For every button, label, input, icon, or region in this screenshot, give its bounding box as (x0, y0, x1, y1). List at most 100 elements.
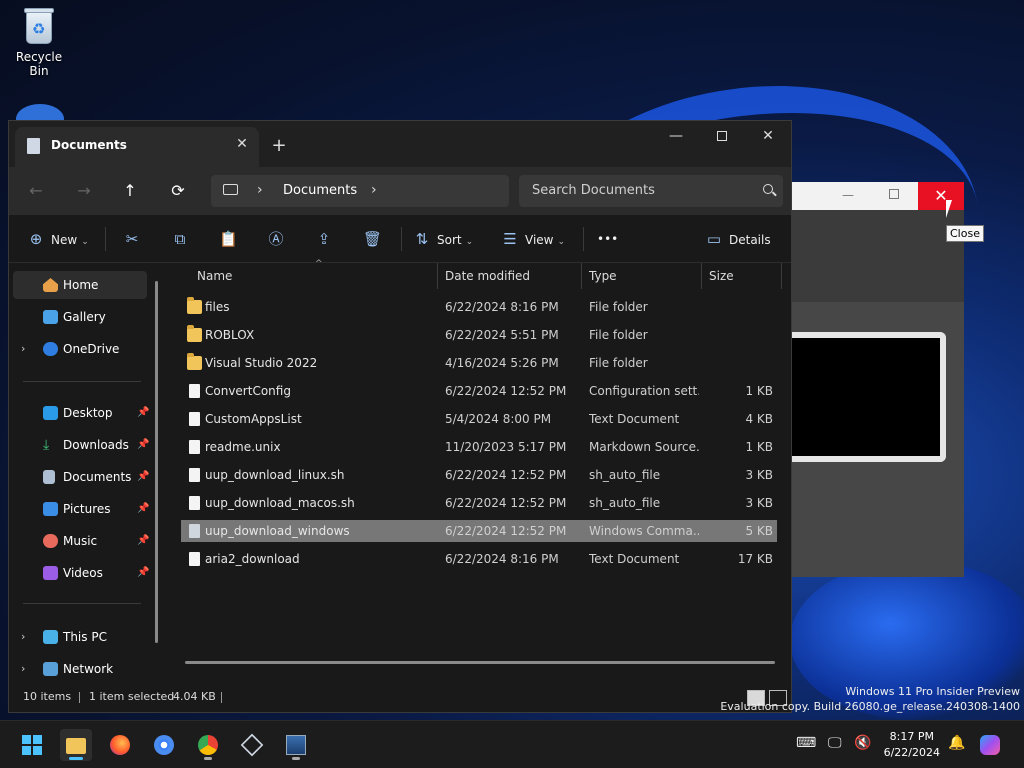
search-input[interactable]: Search Documents (519, 175, 783, 207)
sort-icon: ⇅ (415, 230, 429, 248)
list-item-selected[interactable]: uup_download_windows 6/22/2024 12:52 PM … (181, 520, 777, 542)
sidebar-item-videos[interactable]: Videos 📌 (13, 559, 149, 587)
sidebar-item-music[interactable]: Music 📌 (13, 527, 149, 555)
background-window[interactable]: — ✕ (792, 182, 964, 577)
horizontal-scrollbar[interactable] (185, 661, 775, 664)
rename-button[interactable]: Ⓐ (267, 227, 291, 251)
tab-bar: Documents ✕ + — ✕ (9, 121, 791, 167)
videos-icon (43, 566, 58, 580)
clipboard-icon: 📋 (219, 230, 238, 248)
volume-muted-icon[interactable]: 🔇 (854, 735, 871, 751)
pin-icon: 📌 (137, 407, 150, 418)
refresh-button[interactable]: ⟳ (165, 179, 191, 203)
sidebar-item-downloads[interactable]: ⤓ Downloads 📌 (13, 431, 149, 459)
start-button[interactable] (16, 729, 48, 761)
list-item[interactable]: Visual Studio 2022 4/16/2024 5:26 PM Fil… (181, 352, 777, 374)
maximize-button[interactable] (699, 121, 745, 151)
insider-watermark: Windows 11 Pro Insider Preview Evaluatio… (720, 684, 1020, 714)
column-type[interactable]: Type (589, 263, 617, 289)
sidebar-item-onedrive[interactable]: › OneDrive (13, 335, 147, 363)
sort-button[interactable]: ⇅ Sort ⌄ (413, 227, 473, 251)
paste-button[interactable]: 📋 (219, 227, 243, 251)
sidebar-item-pictures[interactable]: Pictures 📌 (13, 495, 149, 523)
share-icon: ⇪ (317, 230, 331, 248)
up-button[interactable]: ↑ (117, 179, 143, 203)
sidebar-item-home[interactable]: Home (13, 271, 147, 299)
recycle-bin[interactable]: ♻ Recycle Bin (6, 6, 72, 78)
sidebar-item-gallery[interactable]: Gallery (13, 303, 147, 331)
tab-documents[interactable]: Documents ✕ (15, 127, 259, 167)
cut-button[interactable]: ✂ (123, 227, 147, 251)
column-date-modified[interactable]: Date modified (445, 263, 530, 289)
taskbar-firefox[interactable] (104, 729, 136, 761)
taskbar-app[interactable] (280, 729, 312, 761)
list-item[interactable]: CustomAppsList 5/4/2024 8:00 PM Text Doc… (181, 408, 777, 430)
address-bar[interactable]: › Documents › (211, 175, 509, 207)
back-button[interactable]: ← (23, 179, 49, 203)
desktop-icon (43, 406, 58, 420)
list-item[interactable]: files 6/22/2024 8:16 PM File folder (181, 296, 777, 318)
documents-icon (27, 138, 40, 154)
taskbar-chrome[interactable] (192, 729, 224, 761)
column-size[interactable]: Size (709, 263, 734, 289)
view-list-icon: ☰ (503, 230, 517, 248)
more-options-button[interactable]: ••• (597, 227, 618, 251)
copilot-button[interactable] (976, 731, 1006, 759)
share-button[interactable]: ⇪ (315, 227, 339, 251)
sidebar-item-documents[interactable]: Documents 📌 (13, 463, 149, 491)
navigation-scrollbar[interactable] (155, 281, 158, 643)
pictures-icon (43, 502, 58, 516)
taskbar-virtualbox[interactable] (236, 729, 268, 761)
chevron-right-icon[interactable]: › (21, 623, 25, 651)
list-item[interactable]: uup_download_macos.sh 6/22/2024 12:52 PM… (181, 492, 777, 514)
column-name[interactable]: Name (197, 263, 232, 289)
view-button[interactable]: ☰ View ⌄ (501, 227, 565, 251)
recycle-bin-icon: ♻ (22, 6, 56, 46)
list-item[interactable]: ROBLOX 6/22/2024 5:51 PM File folder (181, 324, 777, 346)
breadcrumb-documents[interactable]: Documents (283, 183, 357, 198)
taskbar-chromium[interactable] (148, 729, 180, 761)
taskbar-clock[interactable]: 8:17 PM 6/22/2024 (884, 729, 940, 761)
clock-time: 8:17 PM (889, 730, 934, 743)
navigation-pane: Home Gallery › OneDrive Desktop 📌 ⤓ Down… (9, 263, 164, 676)
search-icon[interactable] (763, 184, 773, 194)
display-icon[interactable]: 🖵 (828, 735, 842, 751)
copy-button[interactable]: ⧉ (171, 227, 195, 251)
document-icon (43, 470, 55, 484)
folder-icon (66, 738, 86, 754)
chromium-icon (154, 735, 174, 755)
chrome-icon (198, 735, 218, 755)
app-icon (286, 735, 306, 755)
plus-circle-icon: ⊕ (29, 230, 43, 248)
minimize-button[interactable]: — (653, 121, 699, 151)
new-button[interactable]: ⊕ New ⌄ (27, 227, 89, 251)
maximize-icon[interactable] (889, 189, 899, 199)
details-button[interactable]: ▭ Details (705, 227, 771, 251)
list-item[interactable]: readme.unix 11/20/2023 5:17 PM Markdown … (181, 436, 777, 458)
sidebar-item-this-pc[interactable]: › This PC (13, 623, 147, 651)
sidebar-item-network[interactable]: › Network (13, 655, 147, 683)
notification-bell-icon[interactable]: 🔔 (948, 735, 965, 751)
tab-close-icon[interactable]: ✕ (233, 135, 251, 153)
network-icon (43, 662, 58, 676)
chevron-right-icon[interactable]: › (257, 182, 263, 198)
new-tab-button[interactable]: + (269, 135, 289, 156)
list-item[interactable]: aria2_download 6/22/2024 8:16 PM Text Do… (181, 548, 777, 570)
chevron-right-icon[interactable]: › (21, 655, 25, 683)
chevron-right-icon[interactable]: › (21, 335, 25, 363)
background-window-titlebar: — ✕ (792, 182, 964, 210)
file-list: ^ Name Date modified Type Size files 6/2… (167, 259, 793, 675)
list-item[interactable]: uup_download_linux.sh 6/22/2024 12:52 PM… (181, 464, 777, 486)
forward-button[interactable]: → (71, 179, 97, 203)
command-script-icon (189, 524, 200, 538)
keyboard-icon[interactable]: ⌨ (796, 735, 816, 751)
sidebar-item-desktop[interactable]: Desktop 📌 (13, 399, 150, 427)
chevron-right-icon[interactable]: › (371, 182, 377, 198)
delete-button[interactable]: 🗑 (363, 227, 387, 251)
close-window-button[interactable]: ✕ (745, 121, 791, 151)
list-item[interactable]: ConvertConfig 6/22/2024 12:52 PM Configu… (181, 380, 777, 402)
details-pane-icon: ▭ (706, 230, 722, 248)
minimize-icon[interactable]: — (842, 188, 854, 202)
cloud-icon (43, 342, 58, 356)
taskbar-file-explorer[interactable] (60, 729, 92, 761)
